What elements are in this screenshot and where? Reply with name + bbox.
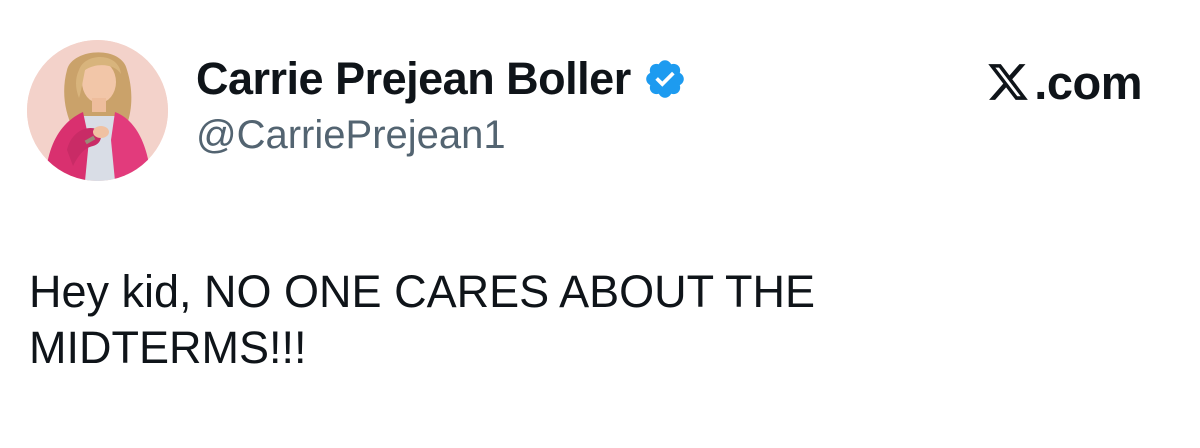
tweet-text-line: MIDTERMS!!! [29,322,307,373]
site-brand-label: .com [1034,55,1142,109]
avatar[interactable] [27,40,168,181]
site-brand: .com [986,55,1142,109]
author-display-name[interactable]: Carrie Prejean Boller [196,53,631,105]
tweet-text: Hey kid, NO ONE CARES ABOUT THE MIDTERMS… [29,264,1159,376]
author-handle[interactable]: @CarriePrejean1 [196,113,506,158]
avatar-image [27,40,168,181]
author-name-row: Carrie Prejean Boller [196,52,687,106]
tweet-card: Carrie Prejean Boller @CarriePrejean1 .c… [0,0,1200,448]
tweet-text-line: Hey kid, NO ONE CARES ABOUT THE [29,266,816,317]
verified-badge-icon [643,57,687,101]
x-logo-icon [986,60,1030,104]
